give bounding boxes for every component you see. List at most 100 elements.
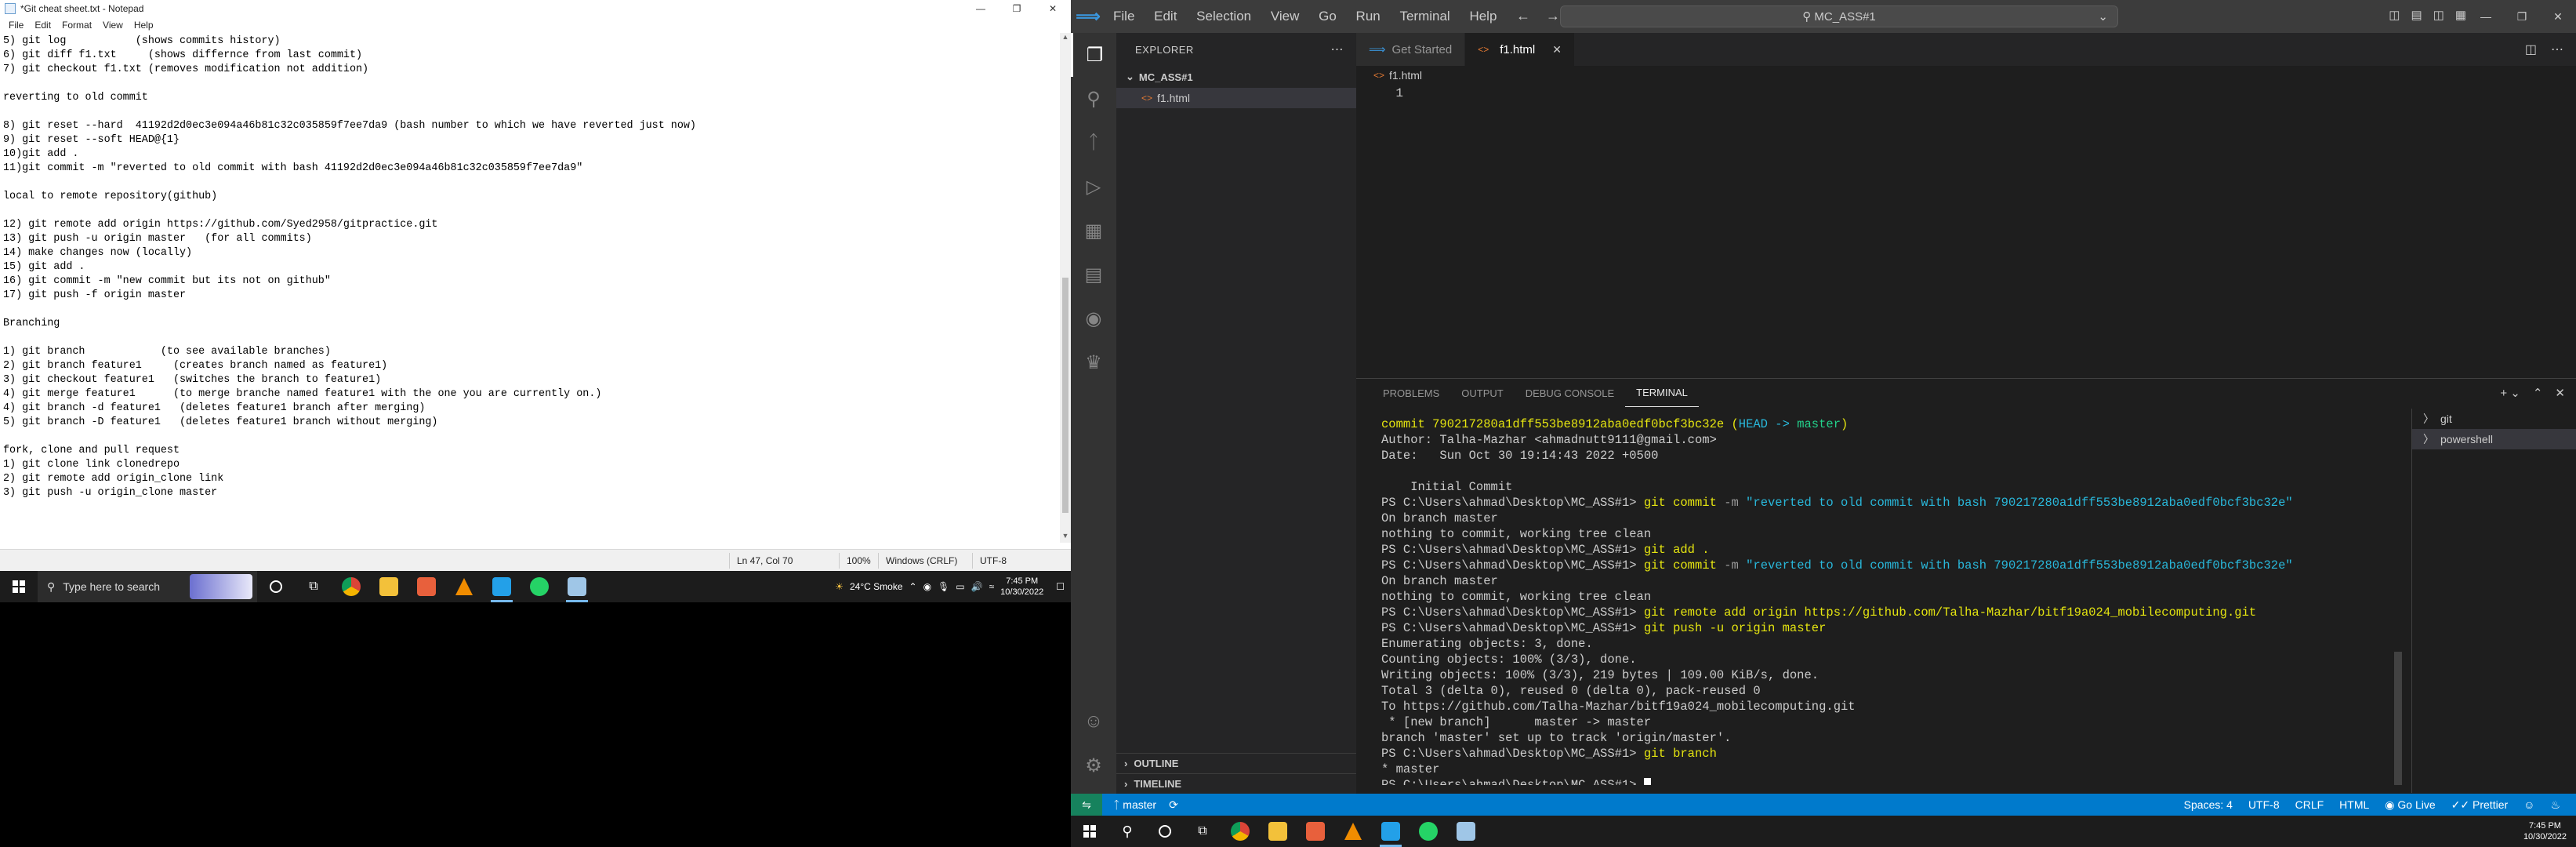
notification-icon[interactable]: ☐ xyxy=(1056,581,1065,592)
menu-file[interactable]: File xyxy=(3,20,29,31)
vs-menu-selection[interactable]: Selection xyxy=(1188,9,1259,24)
command-center[interactable]: ⚲ MC_ASS#1 ⌄ xyxy=(1560,5,2118,27)
notepad-taskbar[interactable] xyxy=(1447,816,1485,847)
toggle-sidebar-icon[interactable]: ◫ xyxy=(2389,8,2400,22)
vs-menu-edit[interactable]: Edit xyxy=(1146,9,1185,24)
weather-text[interactable]: 24°C Smoke xyxy=(850,581,903,592)
go-live-button[interactable]: ◉ Go Live xyxy=(2385,798,2435,812)
github-icon[interactable]: ◉ xyxy=(1071,296,1116,340)
terminal-item-powershell[interactable]: 〉 powershell xyxy=(2412,429,2576,449)
vs-menu-terminal[interactable]: Terminal xyxy=(1391,9,1457,24)
breadcrumb-item[interactable]: f1.html xyxy=(1389,69,1422,82)
whatsapp-taskbar[interactable] xyxy=(1410,816,1447,847)
volume-icon[interactable]: 🔊 xyxy=(971,581,983,592)
vs-menu-run[interactable]: Run xyxy=(1348,9,1388,24)
task-view-button[interactable]: ⧉ xyxy=(1184,816,1221,847)
close-button[interactable]: ✕ xyxy=(1035,0,1071,17)
scroll-up-icon[interactable]: ▲ xyxy=(1060,33,1071,44)
workspace-folder[interactable]: ⌄ MC_ASS#1 xyxy=(1116,66,1356,88)
terminal-item-git[interactable]: 〉 git xyxy=(2412,409,2576,429)
chrome-taskbar[interactable] xyxy=(1221,816,1259,847)
vlc-taskbar[interactable] xyxy=(1334,816,1372,847)
code-editor[interactable]: 1 xyxy=(1356,85,2576,108)
remote-explorer-icon[interactable]: ▤ xyxy=(1071,253,1116,296)
new-terminal-icon[interactable]: + ⌄ xyxy=(2500,386,2520,400)
office-taskbar[interactable] xyxy=(408,571,445,602)
office-taskbar[interactable] xyxy=(1297,816,1334,847)
gear-icon[interactable]: ⚙ xyxy=(1071,743,1116,787)
forward-arrow-icon[interactable]: → xyxy=(1546,8,1560,24)
accounts-icon[interactable]: ☺ xyxy=(1071,700,1116,743)
vs-menu-view[interactable]: View xyxy=(1263,9,1308,24)
search-button[interactable]: ⚲ xyxy=(1108,816,1146,847)
chevron-down-icon[interactable]: ⌄ xyxy=(2098,9,2108,24)
network-icon[interactable]: ◉ xyxy=(923,581,931,592)
notepad-scrollbar[interactable]: ▲ ▼ xyxy=(1060,33,1071,543)
more-actions-icon[interactable]: ⋯ xyxy=(1331,42,1344,57)
file-item-f1-html[interactable]: <> f1.html xyxy=(1116,88,1356,108)
encoding-status[interactable]: UTF-8 xyxy=(2248,798,2280,811)
scroll-down-icon[interactable]: ▼ xyxy=(1060,532,1071,543)
toggle-panel-icon[interactable]: ▤ xyxy=(2411,8,2422,22)
chevron-up-icon[interactable]: ⌃ xyxy=(909,581,917,592)
eol-status[interactable]: CRLF xyxy=(2295,798,2324,811)
tab-problems[interactable]: PROBLEMS xyxy=(1372,379,1450,407)
explorer-icon[interactable]: ❐ xyxy=(1071,33,1116,77)
outline-section[interactable]: › OUTLINE xyxy=(1116,753,1356,773)
taskbar-search[interactable]: ⚲ Type here to search xyxy=(38,571,257,602)
wifi-icon[interactable]: ≈ xyxy=(989,581,995,592)
close-tab-icon[interactable]: ✕ xyxy=(1552,43,1562,56)
sync-icon[interactable]: ⟳ xyxy=(1169,798,1178,812)
vs-menu-help[interactable]: Help xyxy=(1461,9,1504,24)
timeline-section[interactable]: › TIMELINE xyxy=(1116,773,1356,794)
accounts-status-icon[interactable]: ☺ xyxy=(2523,798,2534,811)
tab-f1-html[interactable]: <> f1.html ✕ xyxy=(1465,33,1575,66)
minimize-button[interactable]: — xyxy=(963,0,999,17)
search-icon[interactable]: ⚲ xyxy=(1071,77,1116,121)
menu-edit[interactable]: Edit xyxy=(29,20,56,31)
menu-format[interactable]: Format xyxy=(56,20,97,31)
more-actions-icon[interactable]: ⋯ xyxy=(2551,42,2563,57)
vs-menu-file[interactable]: File xyxy=(1105,9,1142,24)
back-arrow-icon[interactable]: ← xyxy=(1516,8,1530,24)
vscode-taskbar[interactable] xyxy=(483,571,521,602)
menu-help[interactable]: Help xyxy=(129,20,159,31)
start-button[interactable] xyxy=(1071,816,1108,847)
vlc-taskbar[interactable] xyxy=(445,571,483,602)
run-debug-icon[interactable]: ▷ xyxy=(1071,165,1116,209)
remote-indicator-icon[interactable]: ⇋ xyxy=(1071,794,1102,816)
restore-button[interactable]: ❐ xyxy=(2504,0,2540,33)
battery-icon[interactable]: ▭ xyxy=(956,581,964,592)
close-button[interactable]: ✕ xyxy=(2540,0,2576,33)
scrollbar-thumb[interactable] xyxy=(1062,278,1068,513)
menu-view[interactable]: View xyxy=(97,20,129,31)
cortana-button[interactable] xyxy=(257,571,295,602)
toggle-secondary-sidebar-icon[interactable]: ◫ xyxy=(2433,8,2444,22)
bell-icon[interactable]: ♨ xyxy=(2550,798,2560,812)
docker-icon[interactable]: ♛ xyxy=(1071,340,1116,384)
tab-debug-console[interactable]: DEBUG CONSOLE xyxy=(1515,379,1625,407)
minimize-button[interactable]: — xyxy=(2468,0,2504,33)
branch-indicator[interactable]: ᛏ master xyxy=(1113,798,1156,811)
maximize-button[interactable]: ❐ xyxy=(999,0,1035,17)
taskbar-clock[interactable]: 7:45 PM 10/30/2022 xyxy=(1000,576,1043,598)
chrome-taskbar[interactable] xyxy=(332,571,370,602)
tab-get-started[interactable]: ⟹ Get Started xyxy=(1356,33,1466,66)
prettier-status[interactable]: ✓✓ Prettier xyxy=(2451,798,2508,812)
language-mode[interactable]: HTML xyxy=(2339,798,2369,811)
close-panel-icon[interactable]: ✕ xyxy=(2555,386,2565,400)
microphone-icon[interactable]: 🎙 xyxy=(938,581,949,592)
source-control-icon[interactable]: ᛏ xyxy=(1071,121,1116,165)
terminal-output[interactable]: commit 790217280a1dff553be8912aba0edf0bc… xyxy=(1356,416,2407,785)
whatsapp-taskbar[interactable] xyxy=(521,571,558,602)
customize-layout-icon[interactable]: ▦ xyxy=(2455,8,2466,22)
maximize-panel-icon[interactable]: ⌃ xyxy=(2533,386,2543,400)
start-button[interactable] xyxy=(0,571,38,602)
indentation-status[interactable]: Spaces: 4 xyxy=(2184,798,2233,811)
taskbar-clock[interactable]: 7:45 PM 10/30/2022 xyxy=(2523,820,2567,842)
file-explorer-taskbar[interactable] xyxy=(370,571,408,602)
vs-menu-go[interactable]: Go xyxy=(1311,9,1344,24)
tab-output[interactable]: OUTPUT xyxy=(1450,379,1514,407)
file-explorer-taskbar[interactable] xyxy=(1259,816,1297,847)
terminal-scrollbar[interactable] xyxy=(2394,652,2402,785)
